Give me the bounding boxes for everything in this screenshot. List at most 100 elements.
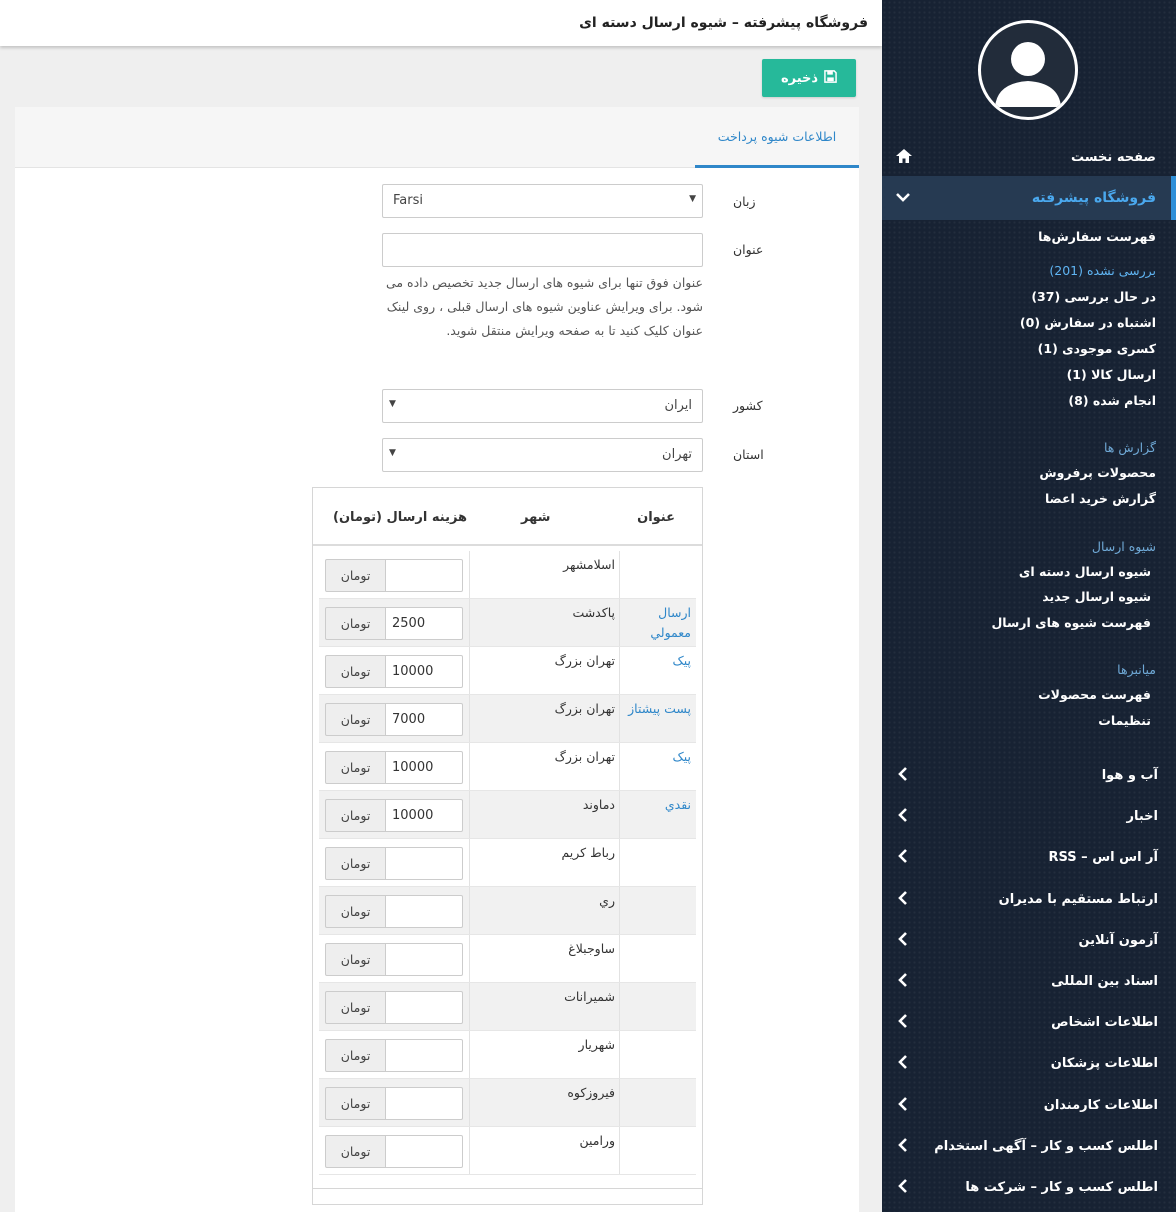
cell-divider (619, 887, 620, 934)
row-currency-addon: تومان (325, 1087, 386, 1120)
language-select[interactable]: Farsi ▼ (382, 184, 703, 218)
table-row: ري تومان (319, 887, 696, 935)
sidebar-module-item[interactable]: اسناد بین المللی (882, 961, 1176, 1001)
sidebar-module-item[interactable]: اطلس کسب و کار – شرکت ها (882, 1167, 1176, 1207)
cell-divider (619, 1031, 620, 1078)
row-currency-addon: تومان (325, 703, 386, 736)
table-row: پست پيشتاز تهران بزرگ تومان (319, 695, 696, 743)
sidebar-item-status-done[interactable]: انجام شده (8) (1068, 393, 1156, 408)
sidebar-module-item[interactable]: آزمون آنلاین (882, 920, 1176, 960)
row-cost-input[interactable] (385, 799, 463, 832)
cell-divider (619, 551, 620, 598)
table-row: شميرانات تومان (319, 983, 696, 1031)
row-cost-input[interactable] (385, 847, 463, 880)
row-currency-addon: تومان (325, 943, 386, 976)
row-cost-input[interactable] (385, 1039, 463, 1072)
language-label: زبان (733, 194, 756, 209)
sidebar-item-status-unreviewed[interactable]: بررسی نشده (201) (1049, 263, 1156, 278)
row-cost-input[interactable] (385, 703, 463, 736)
row-city: فيروزکوه (567, 1085, 615, 1100)
sidebar-home-label: صفحه نخست (1071, 149, 1156, 165)
sidebar-module-item[interactable]: اطلاعات پزشکان (882, 1043, 1176, 1083)
table-row: پیک تهران بزرگ تومان (319, 647, 696, 695)
cell-divider (469, 599, 470, 646)
sidebar-item-status-order-error[interactable]: اشتباه در سفارش (0) (1020, 315, 1156, 330)
cell-divider (469, 791, 470, 838)
table-row: شهريار تومان (319, 1031, 696, 1079)
province-select[interactable]: تهران ▼ (382, 438, 703, 472)
sidebar-item-home[interactable]: صفحه نخست (882, 140, 1176, 174)
sidebar-group-reports: گزارش ها (1104, 440, 1156, 455)
row-cost-input[interactable] (385, 1135, 463, 1168)
cell-divider (469, 1031, 470, 1078)
cell-divider (469, 935, 470, 982)
chevron-left-icon (898, 973, 908, 991)
country-select[interactable]: ایران ▼ (382, 389, 703, 423)
sidebar-item-member-purchases[interactable]: گزارش خرید اعضا (1045, 491, 1156, 506)
sidebar-item-advanced-shop[interactable]: فروشگاه پیشرفته (882, 176, 1176, 220)
sidebar-module-item[interactable]: اخبار (882, 796, 1176, 836)
sidebar-module-item[interactable]: اطلس کسب و کار – آگهی استخدام (882, 1126, 1176, 1166)
sidebar-module-label: ارتباط مستقیم با مدیران (998, 891, 1158, 907)
sidebar-item-status-shortage[interactable]: کسری موجودی (1) (1038, 341, 1156, 356)
province-value: تهران (662, 447, 692, 462)
row-title-link[interactable]: پست پيشتاز (625, 699, 691, 719)
save-button[interactable]: ذخیره (762, 59, 856, 97)
row-title-link[interactable]: نقدي (625, 795, 691, 815)
cell-divider (619, 935, 620, 982)
table-row: رباط کريم تومان (319, 839, 696, 887)
row-cost-input[interactable] (385, 991, 463, 1024)
chevron-down-icon (896, 191, 910, 207)
tab-payment-method-info[interactable]: اطلاعات شیوه پرداخت (695, 107, 859, 168)
sidebar-module-label: اطلس کسب و کار – شرکت ها (965, 1179, 1158, 1195)
row-city: شميرانات (564, 989, 615, 1004)
language-value: Farsi (393, 193, 423, 208)
row-city: شهريار (578, 1037, 615, 1052)
sidebar-module-item[interactable]: اطلاعات کارمندان (882, 1085, 1176, 1125)
sidebar-module-item[interactable]: آب و هوا (882, 755, 1176, 795)
cell-divider (619, 1079, 620, 1126)
header-cost: هزینه ارسال (تومان) (333, 510, 468, 525)
chevron-left-icon (898, 1179, 908, 1197)
sidebar-module-item[interactable]: ارتباط مستقیم با مدیران (882, 879, 1176, 919)
table-row: اسلامشهر تومان (319, 551, 696, 599)
sidebar-item-shipping-list[interactable]: فهرست شیوه های ارسال (991, 615, 1151, 630)
sidebar-module-item[interactable]: آر اس اس – RSS (882, 837, 1176, 877)
title-input[interactable] (382, 233, 703, 267)
sidebar-item-settings[interactable]: تنظیمات (1098, 713, 1151, 728)
cell-divider (469, 551, 470, 598)
sidebar-module-label: اطلاعات کارمندان (1043, 1097, 1158, 1113)
row-title-link[interactable]: ارسال معمولي (625, 603, 691, 643)
floppy-disk-icon (824, 69, 837, 87)
sidebar-item-bulk-shipping[interactable]: شیوه ارسال دسته ای (1019, 564, 1151, 579)
sidebar-group-shortcuts: میانبرها (1117, 662, 1156, 677)
sidebar-shop-label: فروشگاه پیشرفته (1031, 190, 1156, 206)
sidebar-module-label: اطلاعات اشخاص (1051, 1014, 1158, 1030)
row-title-link[interactable]: پیک (625, 747, 691, 767)
sidebar-module-label: آب و هوا (1101, 767, 1158, 783)
sidebar-module-item[interactable]: اطلاعات اشخاص (882, 1002, 1176, 1042)
row-cost-input[interactable] (385, 607, 463, 640)
chevron-left-icon (898, 1014, 908, 1032)
row-cost-input[interactable] (385, 943, 463, 976)
sidebar-item-new-shipping[interactable]: شیوه ارسال جدید (1042, 589, 1151, 604)
sidebar-item-status-shipped[interactable]: ارسال کالا (1) (1067, 367, 1156, 382)
row-cost-input[interactable] (385, 559, 463, 592)
sidebar-item-status-reviewing[interactable]: در حال بررسی (37) (1031, 289, 1156, 304)
row-currency-addon: تومان (325, 847, 386, 880)
chevron-left-icon (898, 808, 908, 826)
row-city: ساوجبلاغ (568, 941, 615, 956)
row-cost-input[interactable] (385, 655, 463, 688)
sidebar-group-shipping: شیوه ارسال (1091, 539, 1156, 554)
chevron-left-icon (898, 932, 908, 950)
row-cost-input[interactable] (385, 751, 463, 784)
row-cost-input[interactable] (385, 895, 463, 928)
row-cost-input[interactable] (385, 1087, 463, 1120)
sidebar-item-best-sellers[interactable]: محصولات پرفروش (1039, 465, 1156, 480)
sidebar-item-product-list[interactable]: فهرست محصولات (1038, 687, 1151, 702)
user-avatar-icon[interactable] (978, 20, 1078, 120)
tab-strip: اطلاعات شیوه پرداخت (15, 107, 859, 168)
sidebar-item-orders-list[interactable]: فهرست سفارش‌ها (1038, 229, 1156, 244)
row-title-link[interactable]: پیک (625, 651, 691, 671)
row-city: اسلامشهر (563, 557, 615, 572)
